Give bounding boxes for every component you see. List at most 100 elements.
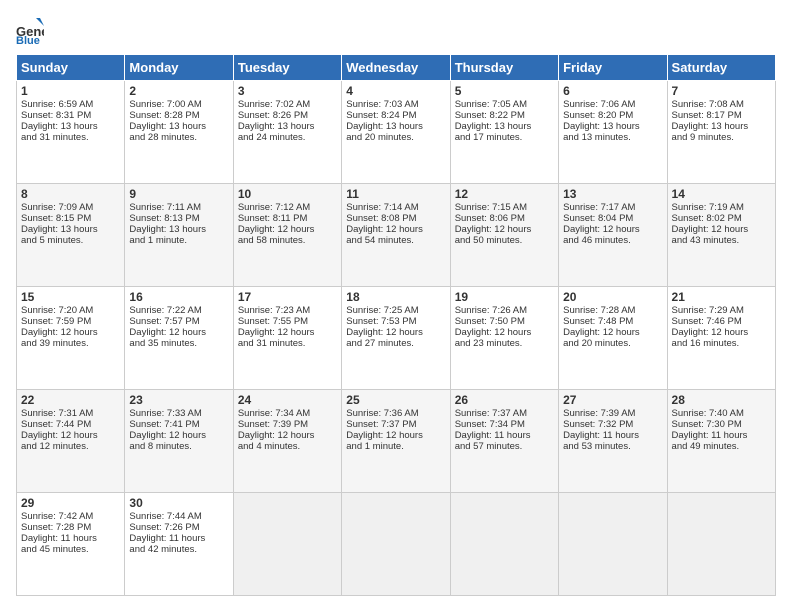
day-info-line: Sunset: 7:59 PM	[21, 316, 120, 327]
day-number: 23	[129, 393, 228, 407]
svg-text:Blue: Blue	[16, 35, 40, 44]
day-info-line: Sunrise: 7:42 AM	[21, 511, 120, 522]
day-number: 26	[455, 393, 554, 407]
day-info-line: Daylight: 11 hours	[672, 430, 771, 441]
day-number: 24	[238, 393, 337, 407]
day-info-line: and 54 minutes.	[346, 235, 445, 246]
day-info-line: Sunset: 7:50 PM	[455, 316, 554, 327]
day-number: 19	[455, 290, 554, 304]
day-info-line: and 24 minutes.	[238, 132, 337, 143]
col-saturday: Saturday	[667, 55, 775, 81]
day-info-line: Sunset: 8:28 PM	[129, 110, 228, 121]
day-info-line: Daylight: 12 hours	[455, 327, 554, 338]
day-info-line: Sunset: 8:24 PM	[346, 110, 445, 121]
day-number: 28	[672, 393, 771, 407]
calendar-cell: 21Sunrise: 7:29 AMSunset: 7:46 PMDayligh…	[667, 287, 775, 390]
day-info-line: and 13 minutes.	[563, 132, 662, 143]
calendar-cell	[559, 493, 667, 596]
calendar-cell: 2Sunrise: 7:00 AMSunset: 8:28 PMDaylight…	[125, 81, 233, 184]
day-info-line: Daylight: 11 hours	[563, 430, 662, 441]
day-info-line: Sunset: 7:30 PM	[672, 419, 771, 430]
day-number: 6	[563, 84, 662, 98]
day-info-line: Sunset: 7:48 PM	[563, 316, 662, 327]
day-info-line: Sunset: 7:28 PM	[21, 522, 120, 533]
calendar-cell: 8Sunrise: 7:09 AMSunset: 8:15 PMDaylight…	[17, 184, 125, 287]
day-info-line: Sunset: 8:22 PM	[455, 110, 554, 121]
day-info-line: and 4 minutes.	[238, 441, 337, 452]
logo-icon: General Blue	[16, 16, 44, 44]
calendar-cell: 10Sunrise: 7:12 AMSunset: 8:11 PMDayligh…	[233, 184, 341, 287]
day-info-line: Sunset: 8:04 PM	[563, 213, 662, 224]
calendar-week-4: 22Sunrise: 7:31 AMSunset: 7:44 PMDayligh…	[17, 390, 776, 493]
day-info-line: Sunset: 8:08 PM	[346, 213, 445, 224]
day-info-line: Sunset: 7:55 PM	[238, 316, 337, 327]
day-info-line: Sunrise: 7:06 AM	[563, 99, 662, 110]
day-info-line: Sunset: 7:57 PM	[129, 316, 228, 327]
calendar-cell: 25Sunrise: 7:36 AMSunset: 7:37 PMDayligh…	[342, 390, 450, 493]
day-number: 12	[455, 187, 554, 201]
calendar-cell: 3Sunrise: 7:02 AMSunset: 8:26 PMDaylight…	[233, 81, 341, 184]
day-info-line: Sunrise: 7:15 AM	[455, 202, 554, 213]
day-info-line: Daylight: 13 hours	[563, 121, 662, 132]
day-info-line: and 58 minutes.	[238, 235, 337, 246]
calendar-cell: 9Sunrise: 7:11 AMSunset: 8:13 PMDaylight…	[125, 184, 233, 287]
calendar-cell: 20Sunrise: 7:28 AMSunset: 7:48 PMDayligh…	[559, 287, 667, 390]
day-info-line: and 1 minute.	[129, 235, 228, 246]
day-info-line: and 46 minutes.	[563, 235, 662, 246]
day-number: 4	[346, 84, 445, 98]
day-number: 22	[21, 393, 120, 407]
day-info-line: Sunrise: 7:28 AM	[563, 305, 662, 316]
col-wednesday: Wednesday	[342, 55, 450, 81]
day-number: 1	[21, 84, 120, 98]
day-info-line: Sunrise: 7:40 AM	[672, 408, 771, 419]
day-number: 16	[129, 290, 228, 304]
day-info-line: Daylight: 11 hours	[21, 533, 120, 544]
day-number: 11	[346, 187, 445, 201]
logo: General Blue	[16, 16, 48, 44]
day-info-line: Sunrise: 7:20 AM	[21, 305, 120, 316]
calendar-cell	[667, 493, 775, 596]
day-info-line: Sunrise: 7:29 AM	[672, 305, 771, 316]
calendar-cell: 18Sunrise: 7:25 AMSunset: 7:53 PMDayligh…	[342, 287, 450, 390]
day-number: 25	[346, 393, 445, 407]
day-info-line: Sunset: 8:31 PM	[21, 110, 120, 121]
day-number: 20	[563, 290, 662, 304]
day-info-line: Daylight: 12 hours	[563, 327, 662, 338]
day-info-line: and 43 minutes.	[672, 235, 771, 246]
day-info-line: and 42 minutes.	[129, 544, 228, 555]
day-info-line: Sunset: 7:39 PM	[238, 419, 337, 430]
day-info-line: Sunset: 8:02 PM	[672, 213, 771, 224]
day-info-line: and 17 minutes.	[455, 132, 554, 143]
day-number: 21	[672, 290, 771, 304]
calendar-week-1: 1Sunrise: 6:59 AMSunset: 8:31 PMDaylight…	[17, 81, 776, 184]
day-info-line: Sunrise: 7:14 AM	[346, 202, 445, 213]
day-info-line: Daylight: 13 hours	[129, 121, 228, 132]
day-info-line: Sunrise: 7:19 AM	[672, 202, 771, 213]
day-info-line: Sunset: 7:32 PM	[563, 419, 662, 430]
day-info-line: Daylight: 12 hours	[21, 430, 120, 441]
calendar-cell: 28Sunrise: 7:40 AMSunset: 7:30 PMDayligh…	[667, 390, 775, 493]
day-info-line: and 16 minutes.	[672, 338, 771, 349]
day-info-line: Sunset: 8:11 PM	[238, 213, 337, 224]
calendar-cell: 11Sunrise: 7:14 AMSunset: 8:08 PMDayligh…	[342, 184, 450, 287]
day-info-line: Sunrise: 7:03 AM	[346, 99, 445, 110]
page-header: General Blue	[16, 16, 776, 44]
day-info-line: Daylight: 12 hours	[346, 327, 445, 338]
calendar-cell: 6Sunrise: 7:06 AMSunset: 8:20 PMDaylight…	[559, 81, 667, 184]
day-info-line: Sunset: 7:46 PM	[672, 316, 771, 327]
day-info-line: Daylight: 12 hours	[238, 430, 337, 441]
day-info-line: Sunset: 7:53 PM	[346, 316, 445, 327]
calendar-cell: 13Sunrise: 7:17 AMSunset: 8:04 PMDayligh…	[559, 184, 667, 287]
day-info-line: Sunset: 8:20 PM	[563, 110, 662, 121]
day-info-line: Sunrise: 7:25 AM	[346, 305, 445, 316]
day-info-line: Daylight: 13 hours	[129, 224, 228, 235]
calendar-cell: 14Sunrise: 7:19 AMSunset: 8:02 PMDayligh…	[667, 184, 775, 287]
calendar-cell: 5Sunrise: 7:05 AMSunset: 8:22 PMDaylight…	[450, 81, 558, 184]
day-number: 9	[129, 187, 228, 201]
day-number: 27	[563, 393, 662, 407]
col-monday: Monday	[125, 55, 233, 81]
day-info-line: Sunrise: 7:08 AM	[672, 99, 771, 110]
calendar-cell: 16Sunrise: 7:22 AMSunset: 7:57 PMDayligh…	[125, 287, 233, 390]
day-number: 5	[455, 84, 554, 98]
day-info-line: Sunset: 8:15 PM	[21, 213, 120, 224]
